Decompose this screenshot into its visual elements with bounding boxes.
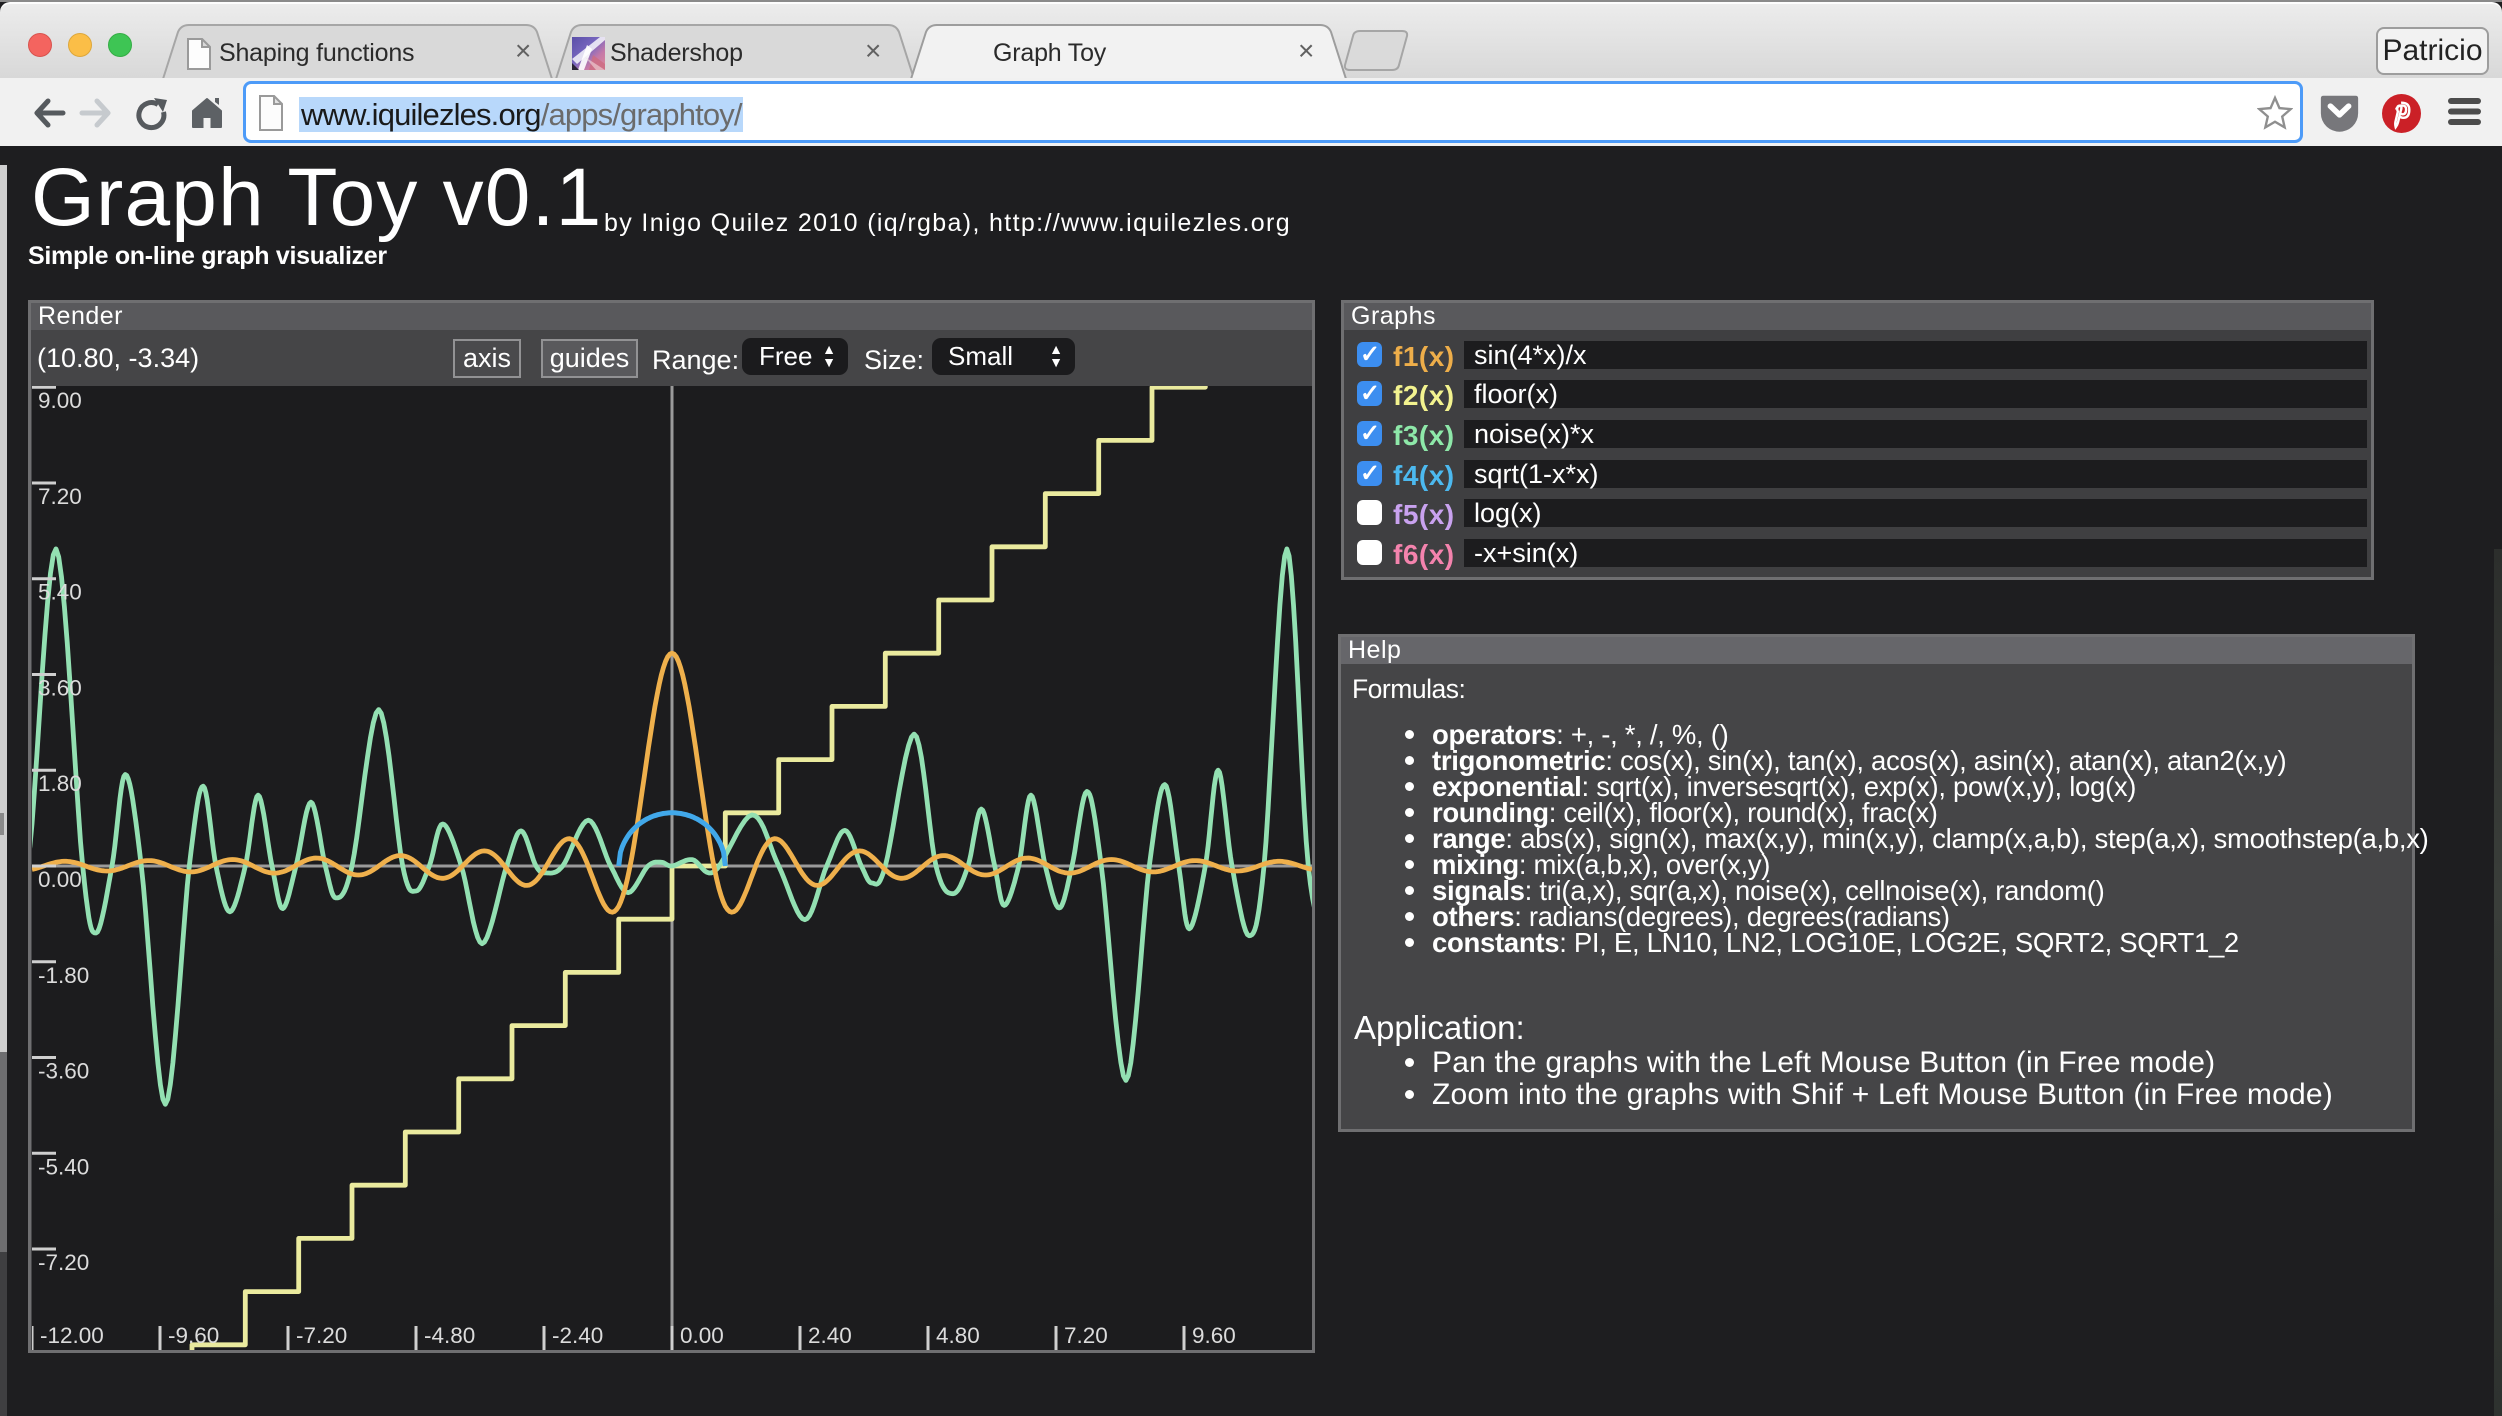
svg-text:-1.80: -1.80 [38,963,89,988]
svg-text:3.60: 3.60 [38,676,82,701]
svg-text:0.00: 0.00 [38,867,82,892]
svg-text:7.20: 7.20 [1064,1323,1108,1348]
svg-text:-7.20: -7.20 [38,1250,89,1275]
svg-text:-5.40: -5.40 [38,1154,89,1179]
svg-text:7.20: 7.20 [38,484,82,509]
svg-text:5.40: 5.40 [38,580,82,605]
svg-text:1.80: 1.80 [38,771,82,796]
svg-text:9.60: 9.60 [1192,1323,1236,1348]
svg-text:-3.60: -3.60 [38,1059,89,1084]
svg-text:0.00: 0.00 [680,1323,724,1348]
svg-text:2.40: 2.40 [808,1323,852,1348]
svg-text:-4.80: -4.80 [424,1323,475,1348]
svg-text:-2.40: -2.40 [552,1323,603,1348]
svg-text:-7.20: -7.20 [296,1323,347,1348]
svg-text:-12.00: -12.00 [40,1323,104,1348]
svg-text:-9.60: -9.60 [168,1323,219,1348]
svg-text:9.00: 9.00 [38,388,82,413]
svg-text:4.80: 4.80 [936,1323,980,1348]
